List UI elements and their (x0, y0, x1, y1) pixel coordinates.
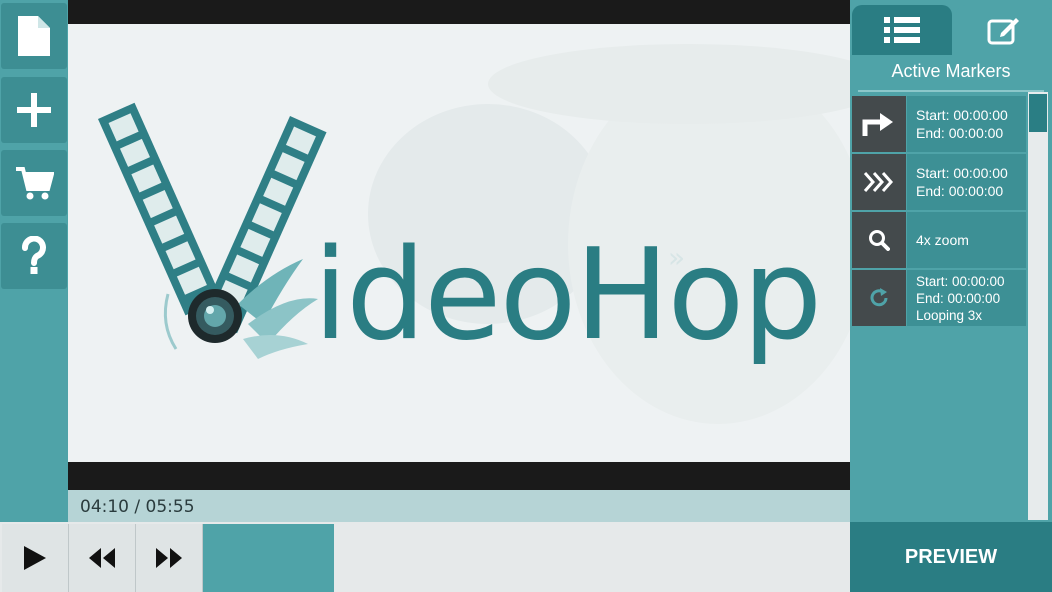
tab-edit[interactable] (956, 5, 1052, 55)
marker-end: End: 00:00:00 (916, 125, 1004, 141)
markers-panel: Active Markers Start: 00:00:00 End: 00:0… (850, 0, 1052, 522)
play-icon (24, 546, 46, 570)
marker-item[interactable]: Start: 00:00:00 End: 00:00:00 (852, 96, 1026, 152)
scrollbar-thumb[interactable] (1029, 94, 1047, 132)
preview-button[interactable]: PREVIEW (850, 522, 1052, 592)
shop-button[interactable] (1, 150, 67, 216)
marker-scrollbar[interactable] (1028, 92, 1048, 520)
marker-details: Start: 00:00:00 End: 00:00:00 Looping 3x (907, 270, 1026, 326)
marker-start: Start: 00:00:00 (916, 273, 1005, 289)
marker-item[interactable]: Start: 00:00:00 End: 00:00:00 (852, 154, 1026, 210)
marker-details: Start: 00:00:00 End: 00:00:00 (907, 96, 1026, 152)
marker-end: End: 00:00:00 (916, 290, 1001, 306)
marker-item[interactable]: Start: 00:00:00 End: 00:00:00 Looping 3x (852, 270, 1026, 326)
marker-zoom: 4x zoom (916, 232, 969, 248)
marker-loop: Looping 3x (916, 307, 983, 323)
video-player[interactable]: » ideoHop (68, 0, 850, 490)
logo-wordmark: ideoHop (313, 221, 822, 368)
marker-end: End: 00:00:00 (916, 183, 1004, 199)
marker-details: Start: 00:00:00 End: 00:00:00 (907, 154, 1026, 210)
edit-icon (987, 18, 1019, 45)
zoom-icon (852, 212, 906, 268)
title-divider (858, 90, 1044, 92)
fast-forward-icon (156, 548, 182, 568)
video-frame: » ideoHop (68, 24, 850, 462)
new-file-button[interactable] (1, 3, 67, 69)
progress-accent (203, 524, 334, 592)
rewind-button[interactable] (69, 524, 136, 592)
tab-list[interactable] (852, 5, 952, 55)
help-button[interactable] (1, 223, 67, 289)
marker-details: 4x zoom (907, 212, 1026, 268)
playback-controls (0, 522, 850, 592)
marker-start: Start: 00:00:00 (916, 165, 1008, 181)
jump-arrow-icon (852, 96, 906, 152)
time-display: 04:10 / 05:55 (80, 497, 195, 517)
time-bar[interactable]: 04:10 / 05:55 (68, 490, 850, 522)
marker-start: Start: 00:00:00 (916, 107, 1008, 123)
panel-title: Active Markers (891, 61, 1011, 81)
document-icon (18, 16, 50, 56)
list-icon (884, 17, 920, 43)
fast-forward-chevrons-icon (852, 154, 906, 210)
plus-icon (17, 93, 51, 127)
play-button[interactable] (2, 524, 69, 592)
question-icon (22, 236, 46, 274)
left-sidebar (0, 0, 68, 522)
marker-item[interactable]: 4x zoom (852, 212, 1026, 268)
fast-forward-button[interactable] (136, 524, 203, 592)
add-button[interactable] (1, 77, 67, 143)
loop-icon (852, 270, 906, 326)
rewind-icon (89, 548, 115, 568)
cart-icon (16, 167, 54, 200)
